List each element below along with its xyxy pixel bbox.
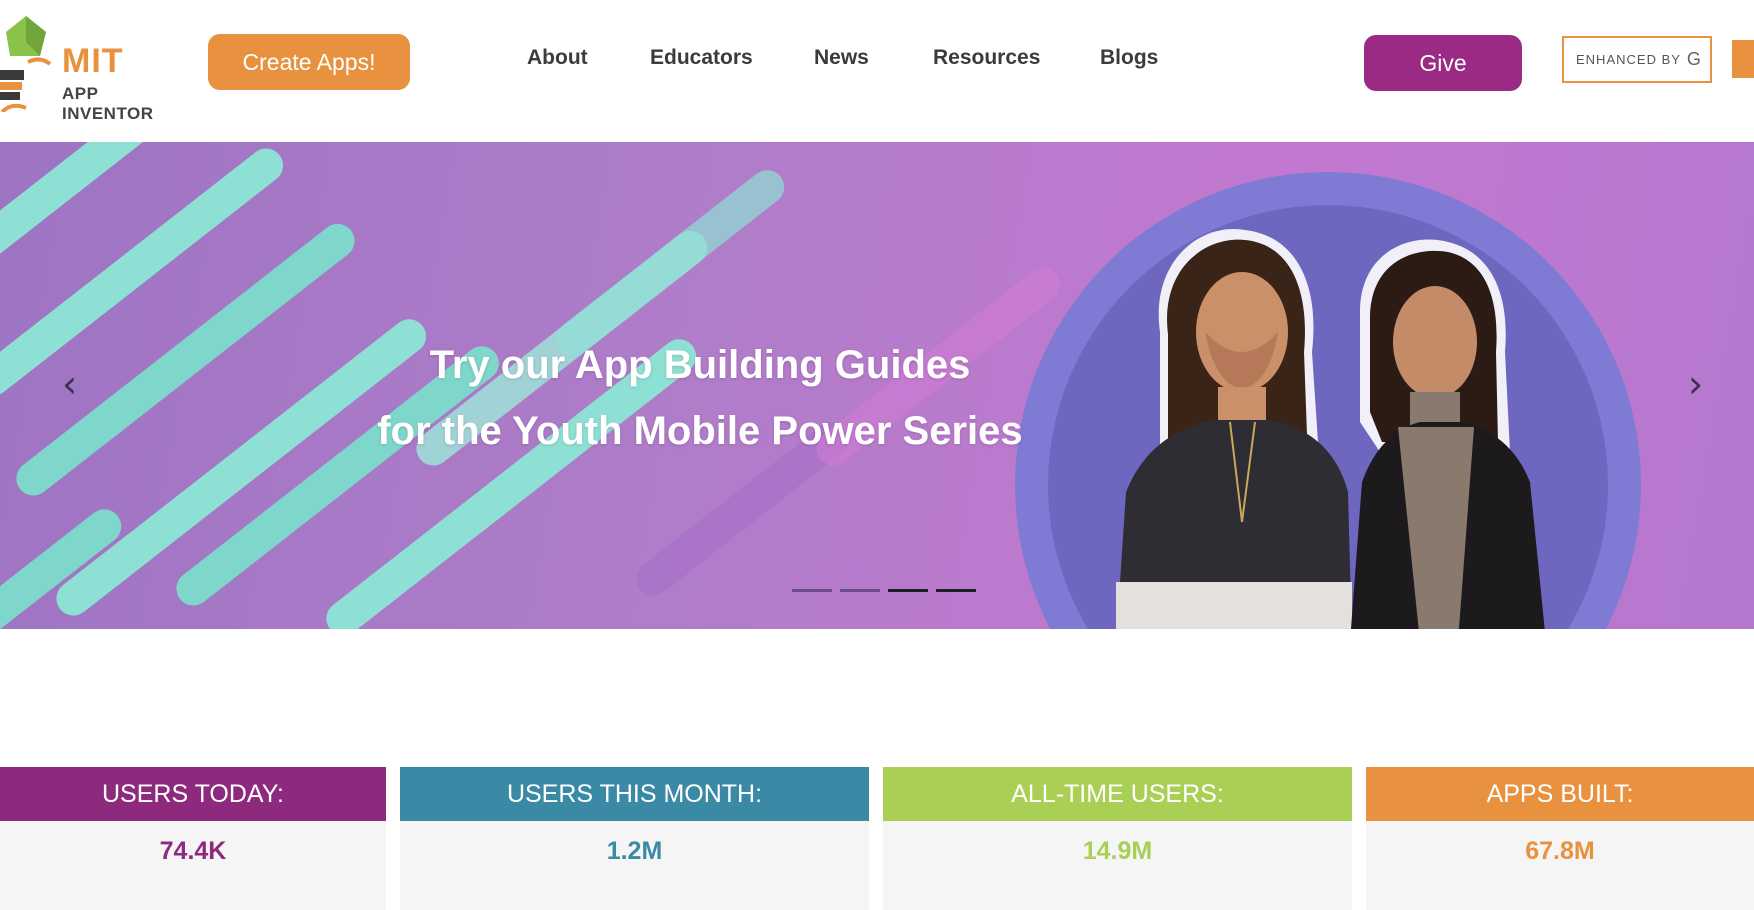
logo-app-inventor-text: APP INVENTOR xyxy=(62,84,154,123)
stat-value: 14.9M xyxy=(1082,836,1153,865)
stat-label: APPS BUILT: xyxy=(1366,767,1754,821)
bee-logo-icon xyxy=(0,16,52,112)
create-apps-button[interactable]: Create Apps! xyxy=(208,34,410,90)
carousel-next-icon[interactable]: › xyxy=(1688,362,1703,406)
google-icon: G xyxy=(1686,49,1701,69)
carousel-dot[interactable] xyxy=(840,589,880,592)
mit-app-inventor-logo[interactable]: MIT APP INVENTOR xyxy=(0,12,190,123)
nav-blogs[interactable]: Blogs xyxy=(1100,46,1158,70)
stat-card-users-this-month: USERS THIS MONTH: 1.2M xyxy=(400,767,869,910)
carousel-indicators xyxy=(792,589,976,592)
stat-card-all-time-users: ALL-TIME USERS: 14.9M xyxy=(883,767,1352,910)
hero-title-line2: for the Youth Mobile Power Series xyxy=(377,409,1023,453)
nav-about[interactable]: About xyxy=(527,46,588,70)
hero-title[interactable]: Try our App Building Guides for the Yout… xyxy=(300,332,1100,464)
stat-card-users-today: USERS TODAY: 74.4K xyxy=(0,767,386,910)
carousel-dot[interactable] xyxy=(792,589,832,592)
nav-news[interactable]: News xyxy=(814,46,869,70)
carousel-dot-active[interactable] xyxy=(888,589,928,592)
stat-label: ALL-TIME USERS: xyxy=(883,767,1352,821)
enhanced-by-text: ENHANCED BY xyxy=(1576,52,1681,67)
nav-resources[interactable]: Resources xyxy=(933,46,1040,70)
stat-value: 1.2M xyxy=(606,836,663,865)
logo-mit-text: MIT xyxy=(62,42,124,80)
site-header: MIT APP INVENTOR Create Apps! About Educ… xyxy=(0,0,1754,142)
people-photo xyxy=(1116,228,1545,629)
search-input[interactable]: ENHANCED BY G xyxy=(1562,36,1712,83)
give-button[interactable]: Give xyxy=(1364,35,1522,91)
search-submit-button[interactable] xyxy=(1732,40,1754,78)
carousel-dot[interactable] xyxy=(936,589,976,592)
stat-label: USERS TODAY: xyxy=(0,767,386,821)
stat-card-apps-built: APPS BUILT: 67.8M xyxy=(1366,767,1754,910)
stat-label: USERS THIS MONTH: xyxy=(400,767,869,821)
stat-value: 74.4K xyxy=(159,836,227,865)
hero-title-line1: Try our App Building Guides xyxy=(429,343,971,387)
hero-carousel: Try our App Building Guides for the Yout… xyxy=(0,142,1754,629)
nav-educators[interactable]: Educators xyxy=(650,46,753,70)
carousel-prev-icon[interactable]: ‹ xyxy=(62,362,77,406)
stat-value: 67.8M xyxy=(1525,836,1595,865)
